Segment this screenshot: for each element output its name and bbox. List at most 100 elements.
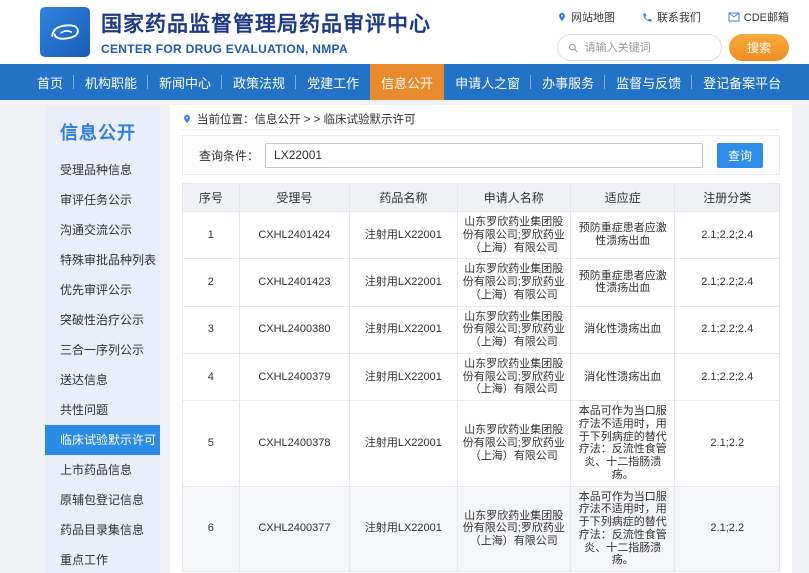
cell-applicant: 山东罗欣药业集团股份有限公司;罗欣药业（上海）有限公司 bbox=[457, 259, 570, 306]
content-panel: 当前位置：信息公开 > > 临床试验默示许可 查询条件： 查询 序号 受理号 药… bbox=[170, 105, 792, 573]
cde-logo[interactable] bbox=[40, 7, 90, 57]
title-block: 国家药品监督管理局药品审评中心 CENTER FOR DRUG EVALUATI… bbox=[101, 8, 431, 56]
sidebar-item-common-issues[interactable]: 共性问题 bbox=[45, 395, 160, 425]
cell-applicant: 山东罗欣药业集团股份有限公司;罗欣药业（上海）有限公司 bbox=[457, 401, 570, 487]
table-header-row: 序号 受理号 药品名称 申请人名称 适应症 注册分类 bbox=[183, 184, 780, 212]
sidebar-item-communication-publicity[interactable]: 沟通交流公示 bbox=[45, 215, 160, 245]
table-row: 6 CXHL2400377 注射用LX22001 山东罗欣药业集团股份有限公司;… bbox=[183, 486, 780, 572]
query-input[interactable] bbox=[265, 143, 703, 168]
col-header-reg-class: 注册分类 bbox=[675, 184, 780, 212]
breadcrumb: 当前位置：信息公开 > > 临床试验默示许可 bbox=[182, 108, 780, 130]
cell-reg-class: 2.1;2.2;2.4 bbox=[675, 353, 780, 400]
mailbox-link[interactable]: CDE邮箱 bbox=[728, 9, 789, 25]
nav-item-policies[interactable]: 政策法规 bbox=[222, 64, 296, 100]
sidebar-item-clinical-trial-implied-license[interactable]: 临床试验默示许可 bbox=[45, 425, 160, 455]
cell-acceptance-no: CXHL2401424 bbox=[239, 212, 349, 259]
cell-drug-name: 注射用LX22001 bbox=[350, 486, 457, 572]
cell-indication: 本品可作为当口服疗法不适用时，用于下列病症的替代疗法：反流性食管炎、十二指肠溃疡… bbox=[571, 401, 675, 487]
search-row: 搜索 bbox=[557, 34, 789, 61]
page-body: 信息公开 受理品种信息 审评任务公示 沟通交流公示 特殊审批品种列表 优先审评公… bbox=[0, 100, 809, 573]
sidebar-item-breakthrough-therapy-publicity[interactable]: 突破性治疗公示 bbox=[45, 305, 160, 335]
sidebar-item-raw-aux-pack-registration[interactable]: 原辅包登记信息 bbox=[45, 485, 160, 515]
cell-drug-name: 注射用LX22001 bbox=[350, 353, 457, 400]
cell-applicant: 山东罗欣药业集团股份有限公司;罗欣药业（上海）有限公司 bbox=[457, 486, 570, 572]
search-input[interactable] bbox=[585, 42, 711, 54]
mail-icon bbox=[728, 12, 740, 22]
query-button[interactable]: 查询 bbox=[717, 143, 763, 168]
header-right: 网站地图 联系我们 CDE邮箱 搜索 bbox=[557, 9, 789, 61]
cell-indication: 消化性溃疡出血 bbox=[571, 306, 675, 353]
sidebar-item-key-work[interactable]: 重点工作 bbox=[45, 545, 160, 573]
cell-seq: 5 bbox=[183, 401, 240, 487]
cell-seq: 6 bbox=[183, 486, 240, 572]
cell-seq: 1 bbox=[183, 212, 240, 259]
nav-item-services[interactable]: 办事服务 bbox=[531, 64, 605, 100]
quick-links: 网站地图 联系我们 CDE邮箱 bbox=[557, 9, 789, 25]
contact-link[interactable]: 联系我们 bbox=[642, 9, 701, 25]
site-subtitle: CENTER FOR DRUG EVALUATION, NMPA bbox=[101, 42, 431, 56]
col-header-indication: 适应症 bbox=[571, 184, 675, 212]
cell-indication: 预防重症患者应激性溃疡出血 bbox=[571, 259, 675, 306]
cell-indication: 消化性溃疡出血 bbox=[571, 353, 675, 400]
nav-item-news-center[interactable]: 新闻中心 bbox=[148, 64, 222, 100]
sidebar-item-marketed-drug-info[interactable]: 上市药品信息 bbox=[45, 455, 160, 485]
nav-item-registration-platform[interactable]: 登记备案平台 bbox=[692, 64, 792, 100]
site-title: 国家药品监督管理局药品审评中心 bbox=[101, 8, 431, 38]
nav-item-org-functions[interactable]: 机构职能 bbox=[74, 64, 148, 100]
mailbox-label: CDE邮箱 bbox=[744, 9, 789, 25]
col-header-drug-name: 药品名称 bbox=[350, 184, 457, 212]
sidebar: 信息公开 受理品种信息 审评任务公示 沟通交流公示 特殊审批品种列表 优先审评公… bbox=[45, 105, 160, 573]
nav-item-info-disclosure[interactable]: 信息公开 bbox=[370, 64, 444, 100]
sidebar-item-review-task-publicity[interactable]: 审评任务公示 bbox=[45, 185, 160, 215]
cell-acceptance-no: CXHL2400378 bbox=[239, 401, 349, 487]
sidebar-item-drug-catalog-info[interactable]: 药品目录集信息 bbox=[45, 515, 160, 545]
search-box bbox=[557, 34, 722, 61]
cell-reg-class: 2.1;2.2;2.4 bbox=[675, 212, 780, 259]
search-button[interactable]: 搜索 bbox=[729, 34, 789, 61]
cell-drug-name: 注射用LX22001 bbox=[350, 212, 457, 259]
nav-item-party-building[interactable]: 党建工作 bbox=[296, 64, 370, 100]
nav-item-supervision-feedback[interactable]: 监督与反馈 bbox=[605, 64, 692, 100]
sidebar-item-special-approval-list[interactable]: 特殊审批品种列表 bbox=[45, 245, 160, 275]
table-row: 2 CXHL2401423 注射用LX22001 山东罗欣药业集团股份有限公司;… bbox=[183, 259, 780, 306]
results-table: 序号 受理号 药品名称 申请人名称 适应症 注册分类 1 CXHL2401424… bbox=[182, 183, 780, 572]
col-header-seq: 序号 bbox=[183, 184, 240, 212]
cell-seq: 4 bbox=[183, 353, 240, 400]
cell-applicant: 山东罗欣药业集团股份有限公司;罗欣药业（上海）有限公司 bbox=[457, 306, 570, 353]
sidebar-item-priority-review-publicity[interactable]: 优先审评公示 bbox=[45, 275, 160, 305]
cell-acceptance-no: CXHL2400380 bbox=[239, 306, 349, 353]
cell-seq: 2 bbox=[183, 259, 240, 306]
cell-reg-class: 2.1;2.2 bbox=[675, 401, 780, 487]
query-bar: 查询条件： 查询 bbox=[182, 135, 780, 175]
cell-reg-class: 2.1;2.2 bbox=[675, 486, 780, 572]
cell-acceptance-no: CXHL2400377 bbox=[239, 486, 349, 572]
cell-applicant: 山东罗欣药业集团股份有限公司;罗欣药业（上海）有限公司 bbox=[457, 212, 570, 259]
cell-drug-name: 注射用LX22001 bbox=[350, 306, 457, 353]
site-header: 国家药品监督管理局药品审评中心 CENTER FOR DRUG EVALUATI… bbox=[0, 0, 809, 64]
cell-reg-class: 2.1;2.2;2.4 bbox=[675, 259, 780, 306]
nav-item-applicant-window[interactable]: 申请人之窗 bbox=[444, 64, 531, 100]
sitemap-link[interactable]: 网站地图 bbox=[557, 9, 615, 25]
contact-label: 联系我们 bbox=[657, 9, 701, 25]
table-row: 1 CXHL2401424 注射用LX22001 山东罗欣药业集团股份有限公司;… bbox=[183, 212, 780, 259]
sitemap-label: 网站地图 bbox=[571, 9, 615, 25]
cell-indication: 本品可作为当口服疗法不适用时，用于下列病症的替代疗法：反流性食管炎、十二指肠溃疡… bbox=[571, 486, 675, 572]
query-label: 查询条件： bbox=[199, 147, 259, 164]
col-header-applicant: 申请人名称 bbox=[457, 184, 570, 212]
main-nav: 首页 机构职能 新闻中心 政策法规 党建工作 信息公开 申请人之窗 办事服务 监… bbox=[0, 64, 809, 100]
cell-applicant: 山东罗欣药业集团股份有限公司;罗欣药业（上海）有限公司 bbox=[457, 353, 570, 400]
cell-drug-name: 注射用LX22001 bbox=[350, 401, 457, 487]
cell-acceptance-no: CXHL2401423 bbox=[239, 259, 349, 306]
sidebar-item-accepted-variety-info[interactable]: 受理品种信息 bbox=[45, 155, 160, 185]
cell-drug-name: 注射用LX22001 bbox=[350, 259, 457, 306]
cell-indication: 预防重症患者应激性溃疡出血 bbox=[571, 212, 675, 259]
sidebar-title: 信息公开 bbox=[60, 119, 160, 145]
location-pin-icon bbox=[557, 11, 567, 23]
sidebar-item-three-in-one-sequence[interactable]: 三合一序列公示 bbox=[45, 335, 160, 365]
sidebar-item-delivery-info[interactable]: 送达信息 bbox=[45, 365, 160, 395]
cell-acceptance-no: CXHL2400379 bbox=[239, 353, 349, 400]
nav-item-home[interactable]: 首页 bbox=[26, 64, 74, 100]
search-icon bbox=[568, 42, 579, 54]
table-row: 5 CXHL2400378 注射用LX22001 山东罗欣药业集团股份有限公司;… bbox=[183, 401, 780, 487]
phone-icon bbox=[642, 12, 653, 23]
